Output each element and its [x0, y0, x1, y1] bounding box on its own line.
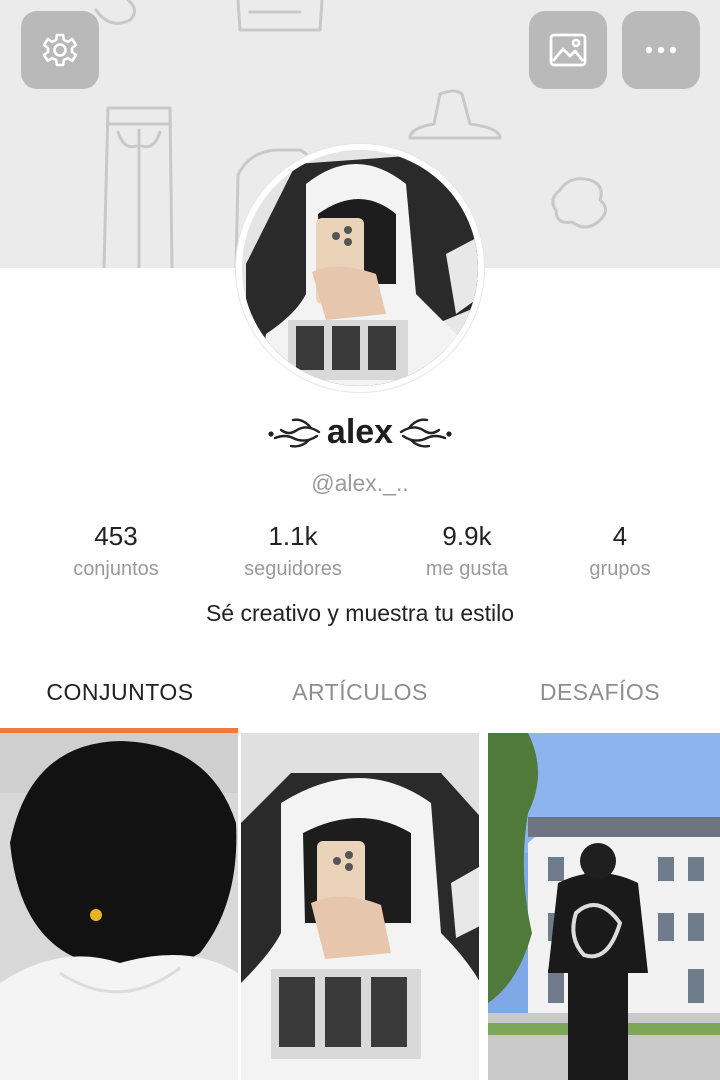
stat-label: conjuntos [73, 558, 159, 580]
stat-value: 4 [612, 521, 628, 551]
outfit-image [241, 733, 479, 1080]
stat-label: grupos [589, 558, 651, 580]
stat-value: 453 [94, 521, 138, 551]
flourish-left-icon [268, 418, 321, 448]
avatar-photo [240, 148, 480, 388]
more-options-button[interactable] [622, 11, 700, 89]
outfit-image [488, 733, 720, 1080]
image-icon [549, 33, 587, 67]
settings-button[interactable] [21, 11, 99, 89]
stat-followers[interactable]: 1.1k seguidores [203, 518, 383, 581]
outfit-tile[interactable] [241, 733, 479, 1080]
outfit-image [0, 733, 238, 1080]
display-name: alex [326, 412, 394, 451]
tab-items[interactable]: ARTÍCULOS [240, 656, 480, 728]
stat-value: 1.1k [268, 521, 318, 551]
stat-outfits[interactable]: 453 conjuntos [26, 518, 206, 581]
display-name-row: alex [0, 404, 720, 460]
more-horizontal-icon [645, 46, 677, 54]
tab-outfits[interactable]: CONJUNTOS [0, 656, 240, 728]
gear-icon [42, 33, 78, 67]
tab-challenges[interactable]: DESAFÍOS [480, 656, 720, 728]
flourish-right-icon [399, 418, 452, 448]
change-background-button[interactable] [529, 11, 607, 89]
outfit-tile[interactable] [0, 733, 238, 1080]
avatar[interactable] [236, 144, 484, 392]
stat-groups[interactable]: 4 grupos [530, 518, 710, 581]
profile-bio: Sé creativo y muestra tu estilo [205, 600, 515, 626]
stat-label: seguidores [244, 558, 342, 580]
outfit-tile[interactable] [488, 733, 720, 1080]
username: @alex._.. [311, 470, 409, 496]
